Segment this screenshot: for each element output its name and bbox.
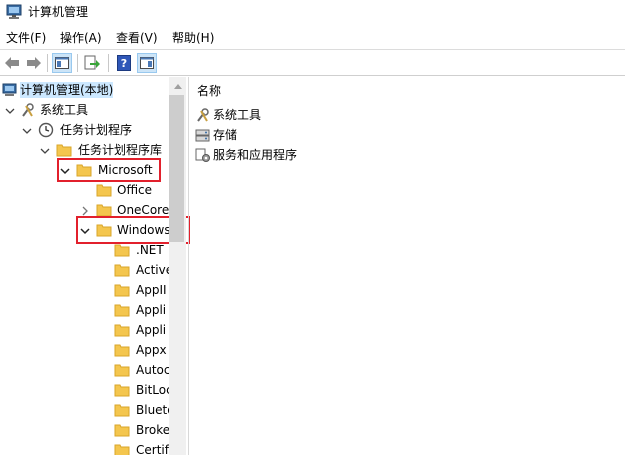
- folder-icon: [114, 322, 130, 338]
- tree-item-label: Appx: [136, 343, 167, 357]
- services-icon: [195, 147, 211, 163]
- tree-item-label: Office: [117, 183, 153, 197]
- window-title: 计算机管理: [28, 5, 89, 19]
- list-item-label: 存储: [213, 128, 238, 142]
- tree-item-task-library[interactable]: 任务计划程序库: [0, 140, 170, 160]
- title-bar: 计算机管理: [0, 0, 625, 26]
- tree-item-child[interactable]: Broke: [0, 420, 170, 440]
- menu-view[interactable]: 查看(V): [116, 30, 158, 46]
- toolbar-separator: [77, 54, 78, 72]
- export-list-button[interactable]: [82, 53, 102, 73]
- back-arrow-icon: [5, 57, 19, 69]
- storage-icon: [195, 127, 211, 143]
- forward-button[interactable]: [24, 53, 44, 73]
- tree-item-label: .NET: [136, 243, 164, 257]
- action-pane-button[interactable]: [137, 53, 157, 73]
- menu-help[interactable]: 帮助(H): [172, 30, 214, 46]
- list-item-storage[interactable]: 存储: [195, 125, 495, 145]
- folder-icon: [56, 142, 72, 158]
- show-hide-tree-icon: [55, 57, 69, 69]
- folder-icon: [114, 342, 130, 358]
- tree-item-label: BitLoc: [136, 383, 173, 397]
- column-header-name[interactable]: 名称: [197, 83, 221, 99]
- folder-icon: [114, 362, 130, 378]
- help-icon: ?: [117, 55, 131, 71]
- folder-icon: [114, 282, 130, 298]
- folder-icon: [114, 402, 130, 418]
- console-tree[interactable]: 计算机管理(本地) 系统工具 任务计划程序 任务计划程序库 Microsoft: [0, 77, 188, 455]
- menu-file[interactable]: 文件(F): [6, 30, 46, 46]
- forward-arrow-icon: [27, 57, 41, 69]
- tree-item-root[interactable]: 计算机管理(本地): [0, 80, 170, 100]
- tree-item-child[interactable]: Certif: [0, 440, 170, 455]
- tree-item-label: Appli: [136, 323, 167, 337]
- folder-icon: [114, 242, 130, 258]
- folder-icon: [114, 302, 130, 318]
- computer-management-icon: [6, 4, 24, 20]
- folder-icon: [114, 422, 130, 438]
- tools-icon: [20, 102, 36, 118]
- folder-icon: [114, 382, 130, 398]
- svg-text:?: ?: [121, 57, 127, 70]
- tree-item-label: 任务计划程序: [60, 123, 133, 137]
- chevron-right-icon[interactable]: [80, 205, 90, 216]
- action-pane-icon: [140, 57, 154, 69]
- tree-item-label: Broke: [136, 423, 171, 437]
- back-button[interactable]: [2, 53, 22, 73]
- tree-item-child[interactable]: Autoc: [0, 360, 170, 380]
- tree-item-system-tools[interactable]: 系统工具: [0, 100, 170, 120]
- computer-management-icon: [2, 82, 18, 98]
- tree-item-child[interactable]: Appx: [0, 340, 170, 360]
- tree-item-label: 任务计划程序库: [78, 143, 163, 157]
- tree-item-child[interactable]: Active: [0, 260, 174, 280]
- toolbar: ?: [0, 49, 625, 76]
- toolbar-separator: [47, 54, 48, 72]
- tree-item-child[interactable]: AppII: [0, 280, 170, 300]
- folder-icon: [96, 182, 112, 198]
- list-item-services-apps[interactable]: 服务和应用程序: [195, 145, 495, 165]
- help-button[interactable]: ?: [114, 53, 134, 73]
- tools-icon: [195, 107, 211, 123]
- results-pane: 名称 系统工具 存储 服务和应用程序: [189, 77, 625, 455]
- list-item-label: 系统工具: [213, 108, 262, 122]
- tree-item-label: Autoc: [136, 363, 171, 377]
- tree-item-label: Appli: [136, 303, 167, 317]
- tree-item-label: Certif: [136, 443, 169, 455]
- menu-bar: 文件(F) 操作(A) 查看(V) 帮助(H): [0, 28, 625, 48]
- chevron-down-icon[interactable]: [40, 145, 50, 155]
- folder-icon: [114, 442, 130, 455]
- chevron-down-icon[interactable]: [5, 105, 15, 115]
- list-item-system-tools[interactable]: 系统工具: [195, 105, 495, 125]
- scroll-thumb[interactable]: [169, 95, 184, 242]
- tree-item-child[interactable]: Appli: [0, 320, 170, 340]
- clock-icon: [38, 122, 54, 138]
- tree-item-child[interactable]: Appli: [0, 300, 170, 320]
- tree-item-label: AppII: [136, 283, 167, 297]
- tree-item-task-scheduler[interactable]: 任务计划程序: [0, 120, 170, 140]
- tree-item-office[interactable]: Office: [0, 180, 170, 200]
- tree-item-label: 计算机管理(本地): [20, 82, 114, 98]
- list-item-label: 服务和应用程序: [213, 148, 298, 162]
- scroll-up-button[interactable]: [169, 77, 186, 94]
- chevron-down-icon[interactable]: [22, 125, 32, 135]
- highlight-box-microsoft: [57, 158, 161, 182]
- show-hide-tree-button[interactable]: [52, 53, 72, 73]
- toolbar-separator: [108, 54, 109, 72]
- tree-item-child[interactable]: BitLoc: [0, 380, 173, 400]
- tree-item-child[interactable]: Blueto: [0, 400, 175, 420]
- tree-item-label: Active: [136, 263, 174, 277]
- folder-icon: [114, 262, 130, 278]
- export-list-icon: [84, 55, 100, 70]
- menu-action[interactable]: 操作(A): [60, 30, 102, 46]
- tree-item-label: 系统工具: [40, 103, 89, 117]
- chevron-up-icon: [173, 83, 182, 89]
